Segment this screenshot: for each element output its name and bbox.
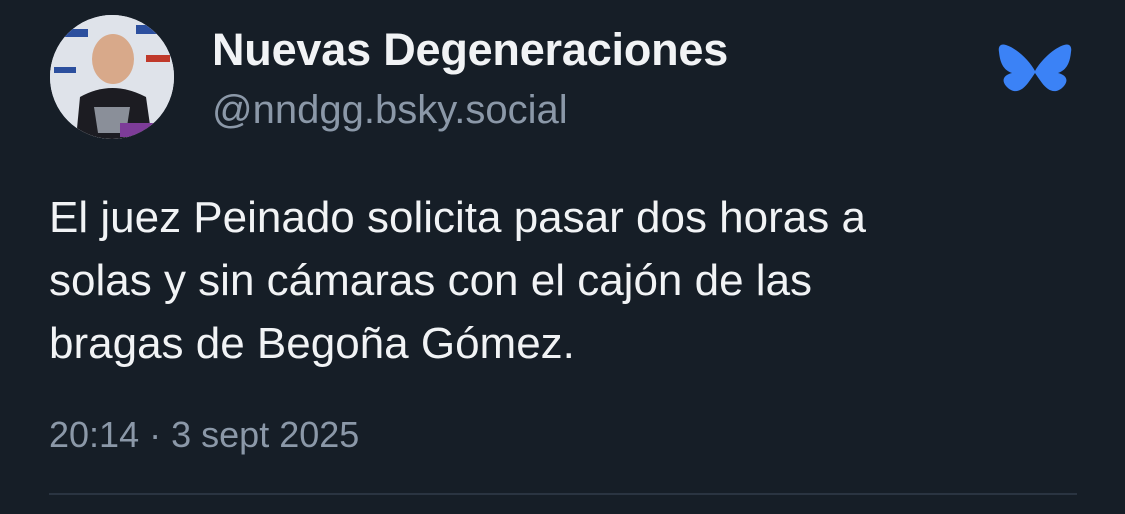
author-handle[interactable]: @nndgg.bsky.social <box>212 88 568 133</box>
avatar-photo <box>50 15 174 139</box>
post-timestamp[interactable]: 20:14 · 3 sept 2025 <box>49 414 359 456</box>
post-text-line: solas y sin cámaras con el cajón de las <box>49 256 813 305</box>
avatar[interactable] <box>50 15 174 139</box>
author-display-name[interactable]: Nuevas Degeneraciones <box>212 24 728 76</box>
post-text-line: El juez Peinado solicita pasar dos horas… <box>49 193 866 242</box>
post-card: Nuevas Degeneraciones @nndgg.bsky.social… <box>0 0 1125 514</box>
post-text-line: bragas de Begoña Gómez. <box>49 319 575 368</box>
post-date: 3 sept 2025 <box>171 414 360 455</box>
bluesky-butterfly-icon <box>998 44 1072 110</box>
timestamp-separator: · <box>149 414 162 455</box>
post-text: El juez Peinado solicita pasar dos horas… <box>49 186 1079 375</box>
post-time: 20:14 <box>49 414 140 455</box>
divider <box>49 493 1077 495</box>
